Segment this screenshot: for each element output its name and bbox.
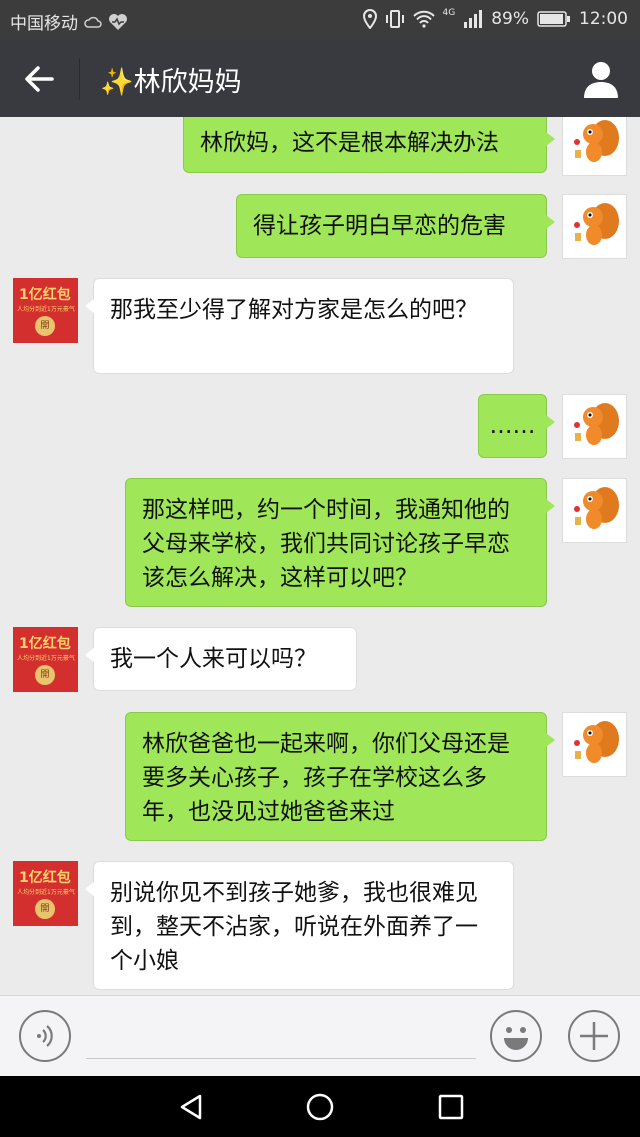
- avatar-badge-coin: 開: [35, 665, 55, 685]
- avatar-badge-coin: 開: [35, 899, 55, 919]
- avatar-badge-coin: 開: [35, 316, 55, 336]
- message-bubble-received[interactable]: 别说你见不到孩子她爹，我也很难见到，整天不沾家，听说在外面养了一个小娘: [85, 861, 514, 990]
- message-bubble-received[interactable]: 我一个人来可以吗？: [85, 627, 357, 691]
- recents-square-icon[interactable]: [436, 1092, 466, 1122]
- plus-icon: [580, 1022, 608, 1050]
- squirrel-avatar-icon[interactable]: [562, 478, 627, 543]
- avatar-badge-title: 1亿红包: [19, 287, 71, 303]
- squirrel-avatar-icon[interactable]: [562, 194, 627, 259]
- message-bubble-sent[interactable]: 得让孩子明白早恋的危害: [236, 194, 555, 258]
- carrier-label: 中国移动: [10, 14, 78, 34]
- avatar-badge-subtitle: 人均分到近1万元豪气: [17, 889, 75, 896]
- red-packet-avatar-icon[interactable]: 1亿红包 人均分到近1万元豪气 開: [13, 278, 78, 343]
- avatar-badge-title: 1亿红包: [19, 636, 71, 652]
- message-bubble-sent[interactable]: 那这样吧，约一个时间，我通知他的父母来学校，我们共同讨论孩子早恋该怎么解决，这样…: [125, 478, 555, 607]
- smiley-icon: [504, 1027, 528, 1050]
- clock: 12:00: [579, 9, 628, 29]
- squirrel-avatar-icon[interactable]: [562, 117, 627, 176]
- back-arrow-icon[interactable]: [22, 62, 58, 96]
- signal-icon: [464, 10, 483, 28]
- wifi-icon: [412, 10, 435, 28]
- message-text-input[interactable]: [86, 1058, 476, 1059]
- message-input-bar: [0, 995, 640, 1076]
- chat-title: ✨林欣妈妈: [100, 60, 242, 99]
- message-bubble-received[interactable]: 那我至少得了解对方家是怎么的吧？: [85, 278, 514, 374]
- message-bubble-sent[interactable]: 林欣爸爸也一起来啊，你们父母还是要多关心孩子，孩子在学校这么多年，也没见过她爸爸…: [125, 712, 555, 841]
- squirrel-avatar-icon[interactable]: [562, 712, 627, 777]
- vibrate-icon: [385, 10, 404, 28]
- cloud-icon: [84, 16, 102, 28]
- voice-input-button[interactable]: [19, 1010, 71, 1062]
- emoji-button[interactable]: [490, 1010, 542, 1062]
- battery-percent: 89%: [491, 9, 529, 29]
- chat-message-list[interactable]: 林欣妈，这不是根本解决办法 得让孩子明白早恋的危害 1亿红包 人均分到近1万元豪…: [0, 117, 640, 995]
- avatar-badge-title: 1亿红包: [19, 870, 71, 886]
- user-profile-icon[interactable]: [580, 58, 622, 100]
- heart-pulse-icon: [109, 13, 127, 30]
- home-circle-icon[interactable]: [305, 1092, 335, 1122]
- squirrel-avatar-icon[interactable]: [562, 394, 627, 459]
- status-bar: 中国移动 4G 89% 12:00: [0, 0, 640, 40]
- message-bubble-sent[interactable]: ……: [478, 394, 555, 458]
- location-icon: [362, 9, 377, 29]
- back-triangle-icon[interactable]: [176, 1092, 206, 1122]
- red-packet-avatar-icon[interactable]: 1亿红包 人均分到近1万元豪气 開: [13, 627, 78, 692]
- contact-name: 林欣妈妈: [133, 67, 242, 98]
- message-bubble-sent[interactable]: 林欣妈，这不是根本解决办法: [183, 117, 555, 173]
- network-type-label: 4G: [442, 8, 456, 18]
- avatar-badge-subtitle: 人均分到近1万元豪气: [17, 655, 75, 662]
- system-navigation-bar: [0, 1076, 640, 1137]
- red-packet-avatar-icon[interactable]: 1亿红包 人均分到近1万元豪气 開: [13, 861, 78, 926]
- chat-header: ✨林欣妈妈: [0, 40, 640, 117]
- more-options-button[interactable]: [568, 1010, 620, 1062]
- battery-icon: [537, 11, 570, 27]
- voice-icon: [37, 1025, 53, 1047]
- avatar-badge-subtitle: 人均分到近1万元豪气: [17, 306, 75, 313]
- header-divider: [79, 58, 80, 100]
- sparkle-emoji: ✨: [100, 67, 134, 98]
